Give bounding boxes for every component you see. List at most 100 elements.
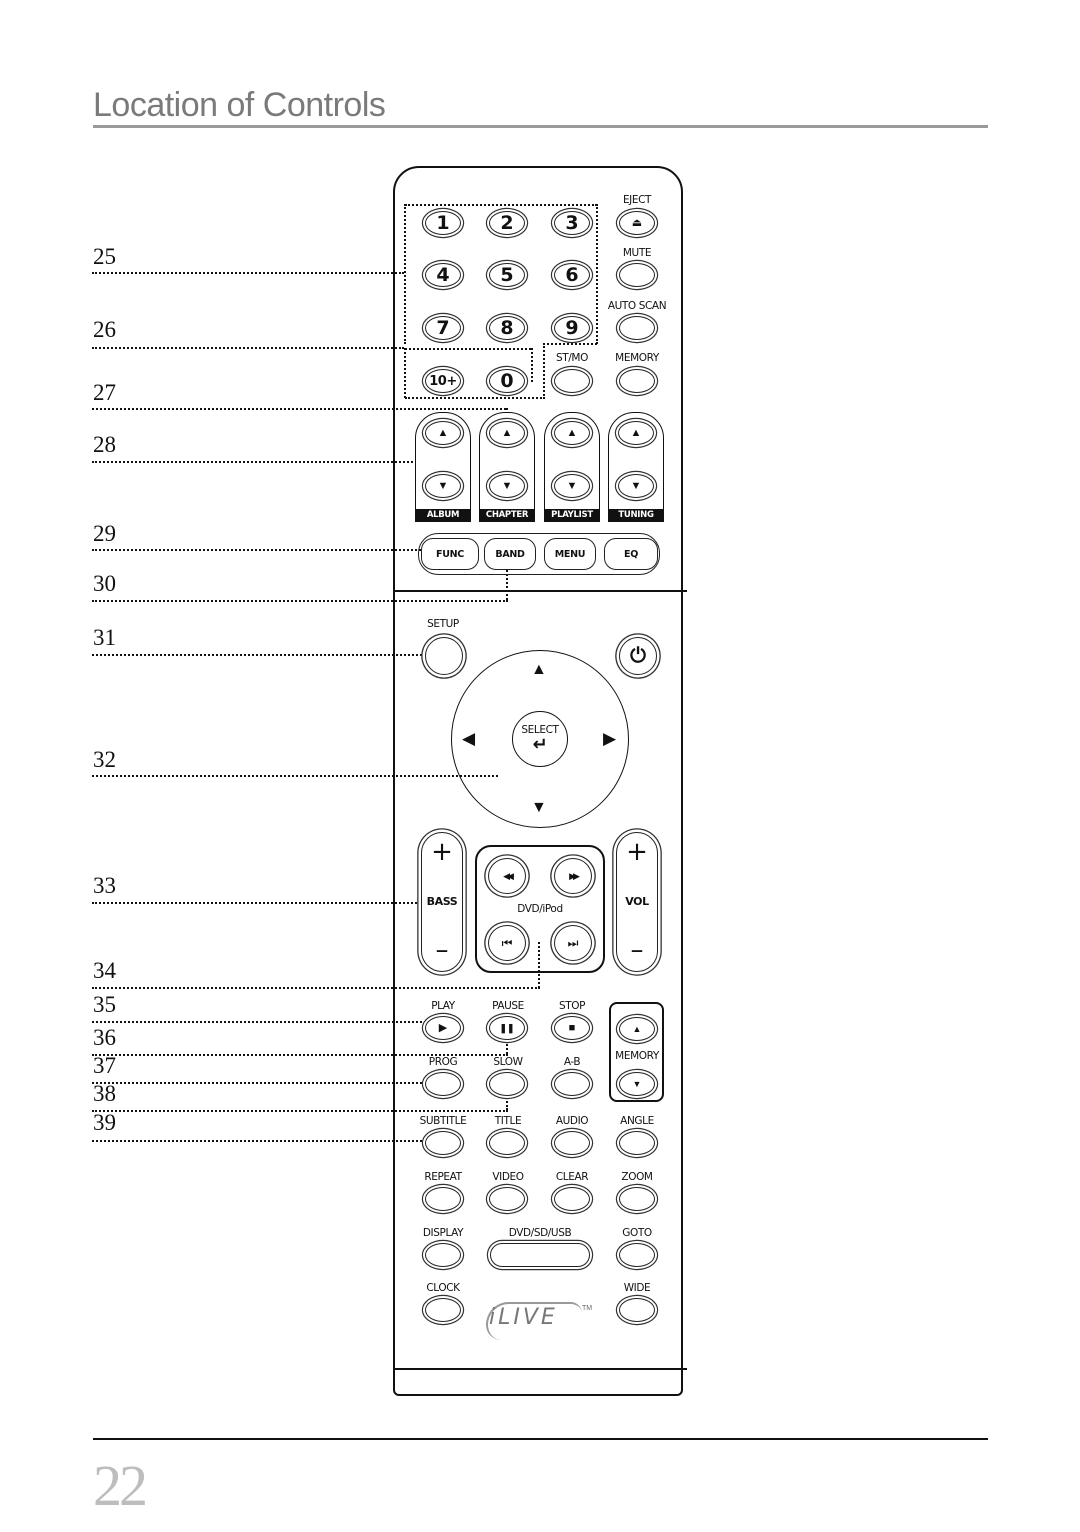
nav-left-button[interactable]: ◀ <box>462 730 475 747</box>
dvd-ipod-label: DVD/iPod <box>517 903 563 915</box>
button-5[interactable]: 5 <box>489 263 525 287</box>
video-button[interactable] <box>489 1187 525 1211</box>
fast-forward-icon: ▶▶ <box>569 870 580 881</box>
eject-button[interactable]: ⏏ <box>619 211 655 235</box>
slow-button[interactable] <box>489 1072 525 1096</box>
page-number: 22 <box>93 1453 148 1518</box>
vol-minus-button[interactable]: – <box>617 937 657 963</box>
dvd-sd-usb-button[interactable] <box>490 1243 590 1267</box>
button-0[interactable]: 0 <box>489 369 525 393</box>
previous-track-icon: ⏮ <box>501 935 513 950</box>
button-3[interactable]: 3 <box>554 211 590 235</box>
band-button[interactable]: BAND <box>484 538 536 570</box>
power-icon: ⏻ <box>630 644 646 667</box>
up-icon: ▲ <box>632 1023 642 1034</box>
leader-37 <box>92 1082 434 1084</box>
goto-button[interactable] <box>619 1243 655 1267</box>
playlist-down-button[interactable]: ▼ <box>554 474 590 498</box>
subtitle-button[interactable] <box>425 1131 461 1155</box>
playlist-rocker: ▲ ▼ <box>544 412 600 522</box>
menu-button[interactable]: MENU <box>544 538 596 570</box>
play-icon: ▶ <box>438 1021 448 1034</box>
memory-button[interactable] <box>619 369 655 393</box>
chapter-rocker: ▲ ▼ <box>479 412 535 522</box>
volume-control: + VOL – <box>616 832 658 972</box>
button-6[interactable]: 6 <box>554 263 590 287</box>
leader-33 <box>92 902 424 904</box>
button-8[interactable]: 8 <box>489 316 525 340</box>
up-icon: ▲ <box>630 426 642 439</box>
button-4[interactable]: 4 <box>425 263 461 287</box>
prog-button[interactable] <box>425 1072 461 1096</box>
power-button[interactable]: ⏻ <box>619 637 657 675</box>
stop-button[interactable]: ■ <box>554 1016 590 1040</box>
callout-35: 35 <box>93 992 116 1017</box>
button-2[interactable]: 2 <box>489 211 525 235</box>
up-icon: ▲ <box>437 426 449 439</box>
auto-scan-label: AUTO SCAN <box>607 300 667 312</box>
chapter-up-button[interactable]: ▲ <box>489 421 525 445</box>
vol-plus-button[interactable]: + <box>617 839 657 865</box>
play-button[interactable]: ▶ <box>425 1016 461 1040</box>
playlist-up-button[interactable]: ▲ <box>554 421 590 445</box>
callout-27: 27 <box>93 380 116 405</box>
clear-button[interactable] <box>554 1187 590 1211</box>
up-icon: ▲ <box>501 426 513 439</box>
up-arrow-icon: ▲ <box>531 661 547 678</box>
display-button[interactable] <box>425 1243 461 1267</box>
memory-up-button[interactable]: ▲ <box>619 1017 655 1041</box>
goto-label: GOTO <box>622 1227 652 1239</box>
setup-button[interactable] <box>425 637 463 675</box>
button-2-label: 2 <box>500 212 514 234</box>
button-6-label: 6 <box>565 264 579 286</box>
eject-icon: ⏏ <box>631 216 643 229</box>
memory-down-button[interactable]: ▼ <box>619 1072 655 1096</box>
nav-right-button[interactable]: ▶ <box>603 730 616 747</box>
next-track-button[interactable]: ⏭ <box>554 925 592 961</box>
auto-scan-button[interactable] <box>619 316 655 340</box>
func-button[interactable]: FUNC <box>421 538 479 570</box>
rewind-button[interactable]: ◀◀ <box>488 858 526 894</box>
button-1[interactable]: 1 <box>425 211 461 235</box>
angle-button[interactable] <box>619 1131 655 1155</box>
eq-button[interactable]: EQ <box>604 538 658 570</box>
button-3-label: 3 <box>565 212 579 234</box>
nav-down-button[interactable]: ▼ <box>531 800 547 816</box>
a-b-label: A-B <box>563 1056 581 1068</box>
title-rule <box>93 125 988 128</box>
previous-track-button[interactable]: ⏮ <box>488 925 526 961</box>
title-button[interactable] <box>489 1131 525 1155</box>
tuning-up-button[interactable]: ▲ <box>618 421 654 445</box>
a-b-button[interactable] <box>554 1072 590 1096</box>
button-7[interactable]: 7 <box>425 316 461 340</box>
audio-button[interactable] <box>554 1131 590 1155</box>
tuning-down-button[interactable]: ▼ <box>618 474 654 498</box>
down-icon: ▼ <box>437 479 449 492</box>
button-9-label: 9 <box>565 317 579 339</box>
album-label: ALBUM <box>415 509 471 522</box>
wide-button[interactable] <box>619 1298 655 1322</box>
left-arrow-icon: ◀ <box>462 729 476 748</box>
select-button[interactable]: SELECT ↵ <box>512 711 568 767</box>
st-mo-button[interactable] <box>554 369 590 393</box>
button-10-plus[interactable]: 10+ <box>425 369 461 393</box>
leader-35 <box>92 1021 434 1023</box>
clock-button[interactable] <box>425 1298 461 1322</box>
rewind-icon: ◀◀ <box>503 870 514 881</box>
album-up-button[interactable]: ▲ <box>425 421 461 445</box>
chapter-down-button[interactable]: ▼ <box>489 474 525 498</box>
callout-39: 39 <box>93 1110 116 1135</box>
repeat-button[interactable] <box>425 1187 461 1211</box>
mute-button[interactable] <box>619 263 655 287</box>
nav-up-button[interactable]: ▲ <box>531 662 547 678</box>
zoom-button[interactable] <box>619 1187 655 1211</box>
pause-button[interactable]: ❚❚ <box>489 1016 525 1040</box>
fast-forward-button[interactable]: ▶▶ <box>554 858 592 894</box>
dvd-sd-usb-label: DVD/SD/USB <box>508 1227 572 1239</box>
album-down-button[interactable]: ▼ <box>425 474 461 498</box>
button-9[interactable]: 9 <box>554 316 590 340</box>
callout-38: 38 <box>93 1081 116 1106</box>
bass-minus-button[interactable]: – <box>422 937 462 963</box>
down-icon: ▼ <box>501 479 513 492</box>
bass-plus-button[interactable]: + <box>422 839 462 865</box>
